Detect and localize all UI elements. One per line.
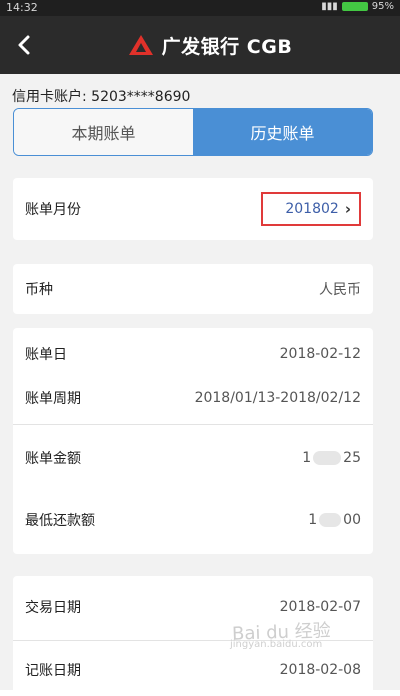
bill-date-row: 账单日 2018-02-12 — [13, 334, 373, 374]
bill-amount-prefix: 1 — [302, 450, 312, 466]
min-payment-suffix: 00 — [343, 512, 361, 528]
posting-date-label: 记账日期 — [25, 663, 81, 679]
posting-date-value: 2018-02-08 — [279, 662, 361, 678]
page-title: 广发银行 CGB — [161, 35, 293, 58]
cgb-logo-icon — [128, 35, 153, 55]
redaction-blur — [319, 513, 342, 527]
battery-level: 95% — [371, 1, 394, 12]
nav-bar: 广发银行 CGB — [0, 16, 400, 74]
watermark-url: jingyan.baidu.com — [230, 639, 323, 650]
bill-month-selector[interactable]: 201802 › — [261, 192, 361, 226]
currency-card: 币种 人民币 — [13, 264, 373, 314]
status-icons: ▮▮▮ 95% — [321, 1, 394, 12]
bill-amount-row: 账单金额 1 25 — [13, 438, 373, 478]
bill-cycle-label: 账单周期 — [25, 391, 81, 407]
transaction-date-value: 2018-02-07 — [279, 599, 361, 615]
battery-icon — [341, 2, 368, 11]
tab-history-bill[interactable]: 历史账单 — [193, 109, 372, 155]
currency-row: 币种 人民币 — [13, 269, 373, 309]
redaction-blur — [313, 451, 342, 465]
bill-cycle-value: 2018/01/13-2018/02/12 — [194, 390, 361, 406]
bill-cycle-row: 账单周期 2018/01/13-2018/02/12 — [13, 378, 373, 418]
currency-value: 人民币 — [319, 282, 361, 298]
min-payment-row: 最低还款额 1 00 — [13, 500, 373, 540]
min-payment-label: 最低还款额 — [25, 513, 95, 529]
bill-month-value: 201802 — [285, 201, 339, 217]
transaction-date-label: 交易日期 — [25, 600, 81, 616]
bill-date-label: 账单日 — [25, 347, 67, 363]
min-payment-prefix: 1 — [308, 512, 318, 528]
posting-date-row: 记账日期 2018-02-08 — [13, 650, 373, 690]
status-time: 14:32 — [6, 1, 38, 14]
bill-page: 信用卡账户: 5203****8690 本期账单 历史账单 账单月份 20180… — [0, 74, 400, 696]
bill-details-card: 账单日 2018-02-12 账单周期 2018/01/13-2018/02/1… — [13, 328, 373, 554]
account-number: 信用卡账户: 5203****8690 — [12, 89, 191, 105]
min-payment-value: 1 00 — [308, 512, 361, 528]
chevron-right-icon: › — [344, 200, 351, 218]
bill-date-value: 2018-02-12 — [279, 346, 361, 362]
bill-amount-suffix: 25 — [343, 450, 361, 466]
bill-amount-value: 1 25 — [302, 450, 361, 466]
status-bar: 14:32 ▮▮▮ 95% — [0, 0, 400, 16]
signal-icon: ▮▮▮ — [321, 1, 338, 12]
tab-current-bill[interactable]: 本期账单 — [14, 109, 193, 155]
bill-tabs: 本期账单 历史账单 — [13, 108, 373, 156]
bill-month-label: 账单月份 — [25, 202, 81, 218]
bill-month-row: 账单月份 201802 › — [13, 189, 373, 229]
bill-month-card: 账单月份 201802 › — [13, 178, 373, 240]
divider — [13, 424, 373, 425]
bill-amount-label: 账单金额 — [25, 451, 81, 467]
currency-label: 币种 — [25, 282, 53, 298]
nav-title-area: 广发银行 CGB — [0, 16, 400, 74]
